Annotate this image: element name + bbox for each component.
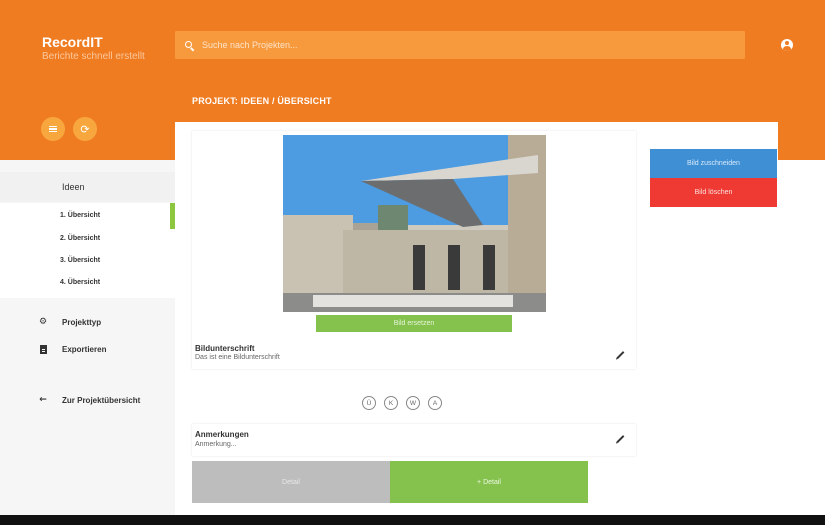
sidebar-sub-item[interactable]: 2. Übersicht — [60, 235, 100, 242]
gear-icon: ⚙ — [38, 317, 48, 327]
back-to-projects-link[interactable]: ← Zur Projektübersicht — [38, 395, 140, 405]
notes-field[interactable]: Anmerkung... — [195, 441, 237, 448]
app-tagline: Berichte schnell erstellt — [42, 51, 145, 62]
search-icon — [185, 40, 194, 50]
sidebar-section-title: Ideen — [62, 182, 85, 192]
user-account-icon[interactable] — [781, 39, 793, 51]
arrow-left-icon: ← — [39, 395, 47, 405]
sidebar-sub-item[interactable]: 3. Übersicht — [60, 257, 100, 264]
detail-button[interactable]: Detail — [192, 461, 390, 503]
search-bar[interactable] — [175, 31, 745, 59]
project-photo — [283, 135, 546, 312]
search-input[interactable] — [202, 40, 722, 50]
back-link-label: Zur Projektübersicht — [62, 395, 141, 405]
replace-image-button[interactable]: Bild ersetzen — [316, 315, 512, 332]
sync-icon: ⟳ — [80, 122, 90, 136]
sidebar-sub-item[interactable]: 1. Übersicht — [60, 212, 100, 219]
sync-button[interactable]: ⟳ — [73, 117, 97, 141]
breadcrumb: PROJEKT: IDEEN / ÜBERSICHT — [192, 96, 332, 106]
app-name: RecordIT — [42, 34, 103, 50]
delete-image-button[interactable]: Bild löschen — [650, 178, 777, 207]
sidebar-item-exportieren[interactable]: Exportieren — [38, 345, 106, 354]
add-detail-button[interactable]: + Detail — [390, 461, 588, 503]
sidebar-section-header — [0, 172, 175, 202]
crop-image-button[interactable]: Bild zuschneiden — [650, 149, 777, 178]
notes-label: Anmerkungen — [195, 430, 249, 439]
sidebar-item-projekttyp[interactable]: ⚙ Projekttyp — [38, 317, 101, 327]
badge-k[interactable]: K — [384, 396, 398, 410]
document-icon — [38, 345, 48, 354]
sidebar-item-label: Projekttyp — [62, 317, 102, 327]
badge-w[interactable]: W — [406, 396, 420, 410]
caption-label: Bildunterschrift — [195, 344, 255, 353]
marker-badges: Ü K W A — [362, 396, 442, 410]
brand[interactable]: RecordIT Berichte schnell erstellt — [42, 34, 145, 62]
caption-value: Das ist eine Bildunterschrift — [195, 354, 280, 361]
bottom-bar — [0, 515, 825, 525]
badge-u[interactable]: Ü — [362, 396, 376, 410]
notes-card[interactable] — [192, 424, 636, 456]
list-view-button[interactable] — [41, 117, 65, 141]
list-icon — [49, 126, 57, 132]
badge-a[interactable]: A — [428, 396, 442, 410]
photo-image — [283, 135, 546, 312]
sidebar-item-label: Exportieren — [62, 345, 107, 354]
sidebar-sub-item[interactable]: 4. Übersicht — [60, 279, 100, 286]
